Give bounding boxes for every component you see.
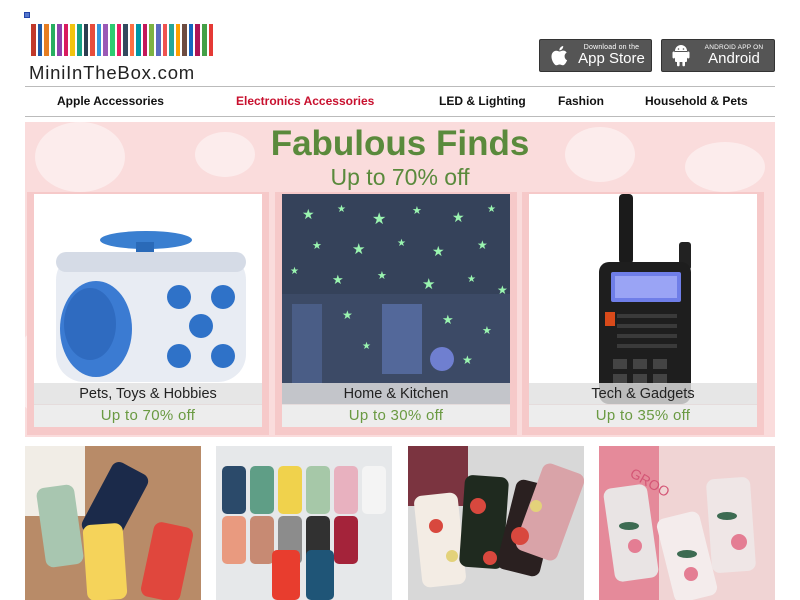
nav-fashion[interactable]: Fashion — [558, 94, 604, 108]
apple-icon — [546, 40, 572, 71]
card-discount-label: Up to 30% off — [282, 405, 510, 427]
site-logo[interactable]: MiniInTheBox.com — [29, 22, 215, 84]
svg-text:★: ★ — [422, 276, 435, 293]
category-nav: Apple Accessories Electronics Accessorie… — [25, 86, 775, 117]
product-thumb-floral-cases[interactable] — [408, 446, 584, 600]
svg-text:★: ★ — [372, 211, 386, 228]
svg-text:★: ★ — [432, 243, 445, 259]
svg-text:★: ★ — [290, 266, 299, 277]
banner-title: Fabulous Finds — [270, 124, 530, 163]
glow-stars-image: ★ ★ ★ ★ ★ ★ ★ ★ ★ ★ ★ ★ ★ ★ ★ ★ ★ ★ ★ ★ ★ ★ — [282, 194, 510, 404]
card-category-label: Tech & Gadgets — [529, 383, 757, 405]
nav-household-pets[interactable]: Household & Pets — [645, 94, 748, 108]
svg-text:★: ★ — [452, 209, 465, 225]
svg-text:★: ★ — [352, 241, 365, 258]
svg-text:★: ★ — [362, 341, 371, 352]
product-thumb-botanical-cases[interactable]: GROO — [599, 446, 775, 600]
android-big-text: Android — [708, 50, 760, 67]
svg-text:★: ★ — [412, 205, 422, 217]
banner-subtitle: Up to 70% off — [330, 164, 470, 190]
svg-text:★: ★ — [302, 206, 315, 222]
card-category-label: Pets, Toys & Hobbies — [34, 383, 262, 405]
promo-card-home-kitchen[interactable]: ★ ★ ★ ★ ★ ★ ★ ★ ★ ★ ★ ★ ★ ★ ★ ★ ★ ★ ★ ★ ★ ★ Home & … — [275, 192, 517, 435]
promo-banner[interactable]: Fabulous Finds Up to 70% off Pets, Toys … — [25, 122, 775, 437]
promo-card-tech-gadgets[interactable]: Tech & Gadgets Up to 35% off — [522, 192, 764, 435]
svg-text:★: ★ — [497, 283, 508, 297]
barcode-logo-graphic — [31, 24, 214, 56]
logo-text: MiniInTheBox.com — [29, 62, 195, 83]
card-discount-label: Up to 70% off — [34, 405, 262, 427]
card-discount-label: Up to 35% off — [529, 405, 757, 427]
walkie-talkie-image — [529, 194, 757, 404]
svg-text:★: ★ — [332, 272, 344, 287]
svg-text:★: ★ — [482, 325, 492, 337]
card-category-label: Home & Kitchen — [282, 383, 510, 405]
nav-electronics-accessories[interactable]: Electronics Accessories — [236, 94, 374, 108]
corner-marker — [24, 12, 30, 18]
android-app-button[interactable]: ANDROID APP ON Android — [661, 39, 775, 72]
android-icon — [668, 40, 694, 71]
svg-text:★: ★ — [462, 353, 473, 367]
svg-text:★: ★ — [397, 238, 406, 249]
svg-text:★: ★ — [312, 240, 322, 252]
svg-text:★: ★ — [342, 308, 353, 322]
promo-card-pets-toys[interactable]: Pets, Toys & Hobbies Up to 70% off — [27, 192, 269, 435]
site-header: MiniInTheBox.com Download on the App Sto… — [25, 20, 775, 86]
svg-text:★: ★ — [337, 204, 346, 215]
product-thumb-silicone-cases[interactable] — [25, 446, 201, 600]
svg-text:★: ★ — [377, 270, 387, 282]
nav-led-lighting[interactable]: LED & Lighting — [439, 94, 526, 108]
svg-text:★: ★ — [467, 274, 476, 285]
svg-text:★: ★ — [477, 238, 488, 252]
svg-text:★: ★ — [487, 204, 496, 215]
app-store-button[interactable]: Download on the App Store — [539, 39, 652, 72]
fidget-cube-image — [34, 194, 262, 404]
app-store-big-text: App Store — [578, 50, 645, 67]
nav-apple-accessories[interactable]: Apple Accessories — [57, 94, 164, 108]
svg-text:★: ★ — [442, 312, 454, 327]
product-thumb-color-cases[interactable] — [216, 446, 392, 600]
